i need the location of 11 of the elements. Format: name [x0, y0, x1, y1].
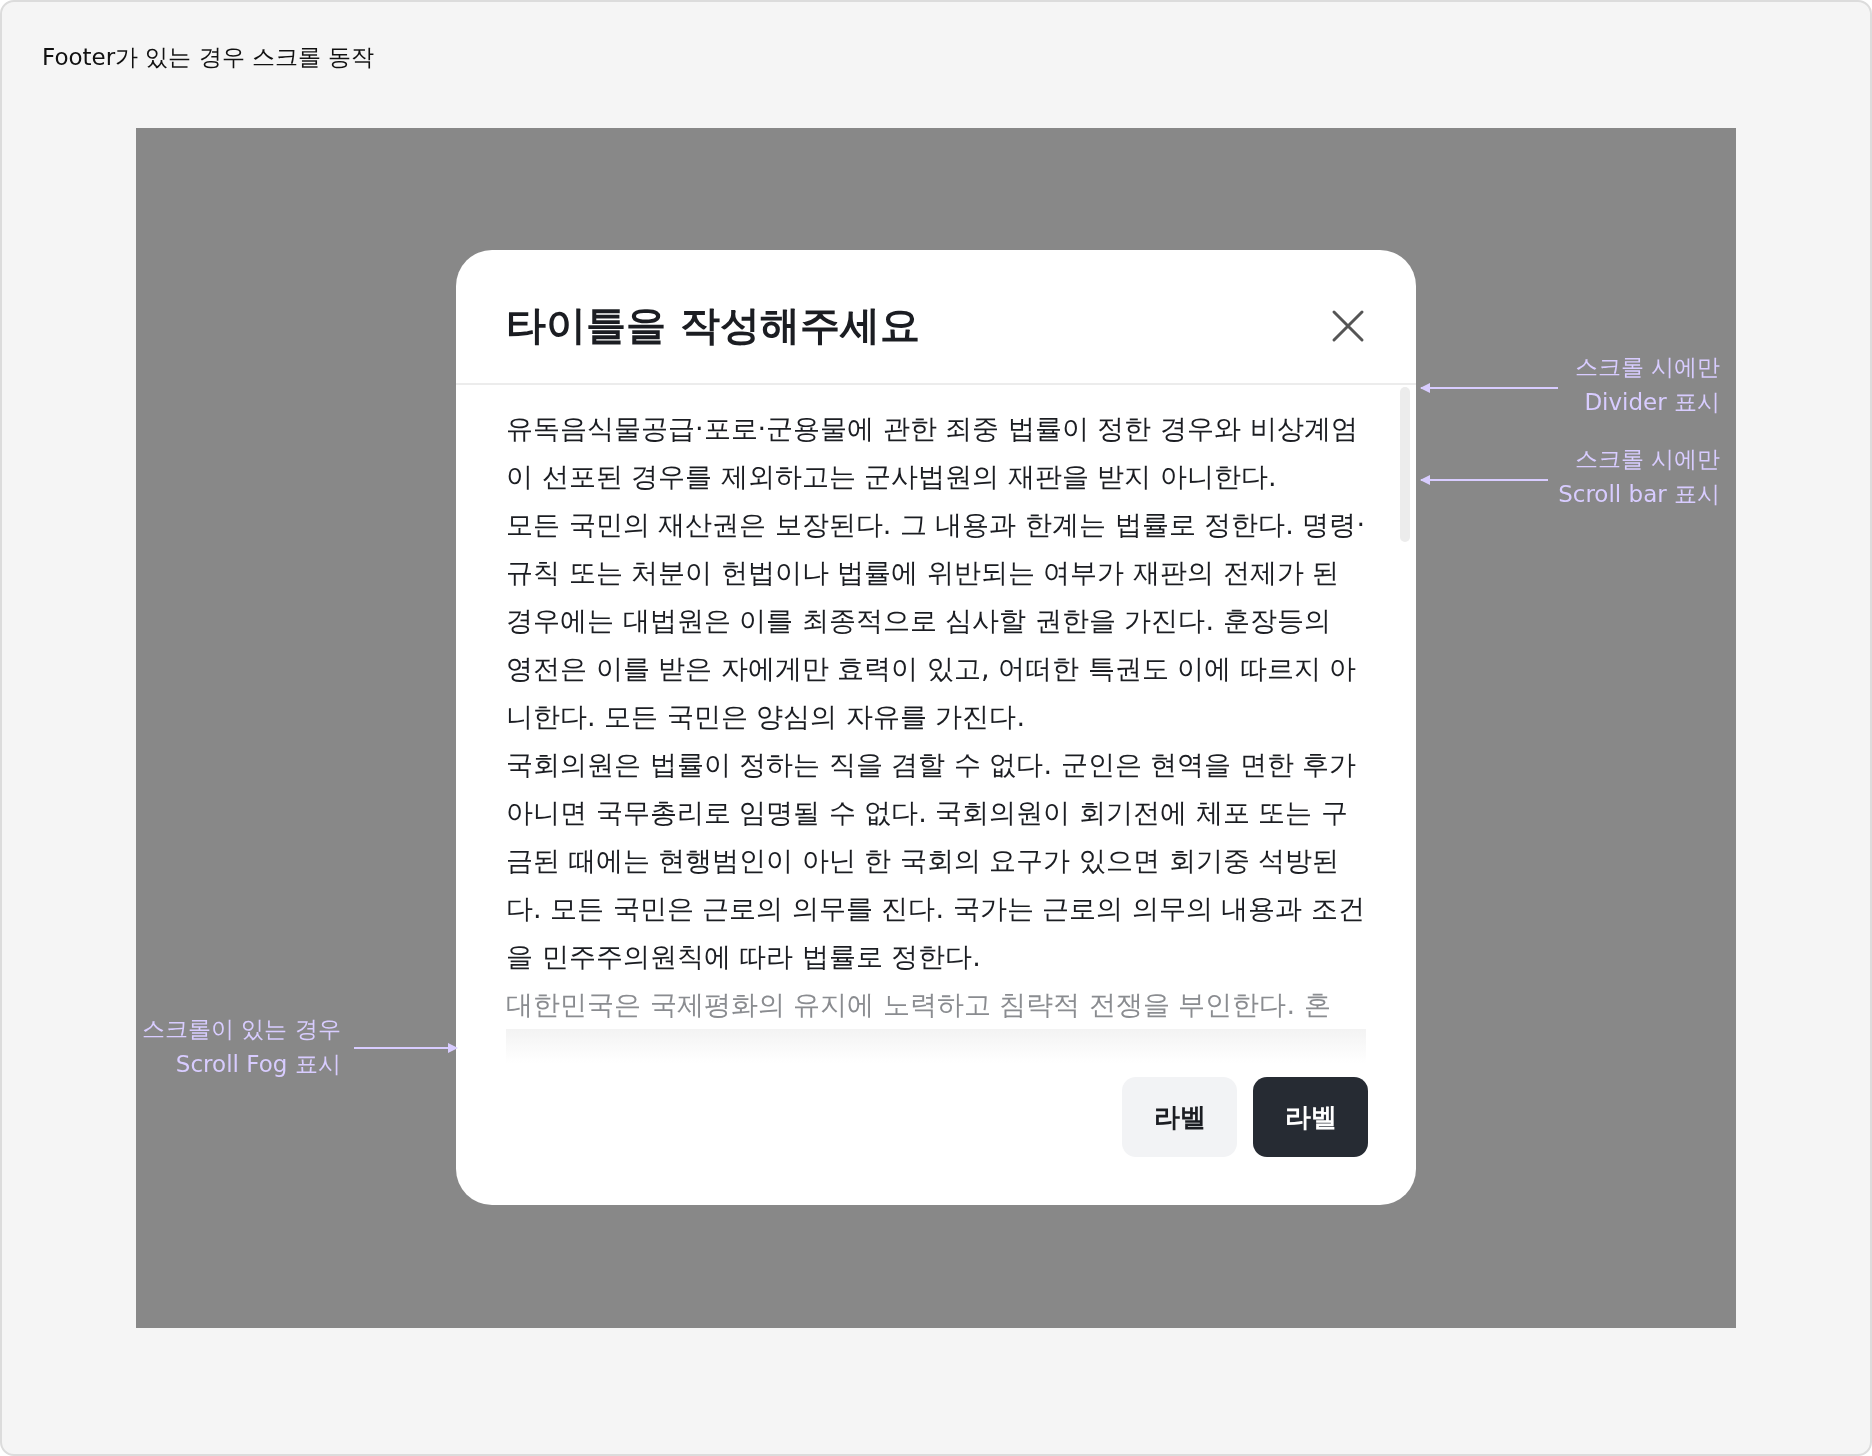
secondary-button[interactable]: 라벨 [1122, 1077, 1237, 1157]
body-paragraph: 유독음식물공급·포로·군용물에 관한 죄중 법률이 정한 경우와 비상계엄이 선포된 경우를 제외하고는 군사법원의 재판을 받지 아니한다. [506, 412, 1359, 494]
body-paragraph: 대한민국은 국제평화의 유지에 노력하고 침략적 전쟁을 부인한다. 혼 [506, 988, 1332, 1022]
page-title: Footer가 있는 경우 스크롤 동작 [42, 43, 375, 72]
body-paragraph: 모든 국민의 재산권은 보장된다. 그 내용과 한계는 법률로 정한다. 명령·규칙 또는 처분이 헌법이나 법률에 위반되는 여부가 재판의 전제가 된 경우에는 대법원은 이를 최종적으로 심사할 권한을 가진다. 훈장등의 영전은 이를 받은 자에게만 효력이 있고, 어떠한 특권도 이에 따르지 아니한다. 모든 국민은 양심의 자유를 가진다. [506, 508, 1366, 734]
annotation-text: 스크롤이 있는 경우 Scroll Fog 표시 [142, 1015, 341, 1079]
body-paragraph: 국회의원은 법률이 정하는 직을 겸할 수 없다. 군인은 현역을 면한 후가 아니면 국무총리로 임명될 수 없다. 국회의원이 회기전에 체포 또는 구금된 때에는 현행범인이 아닌 한 국회의 요구가 있으면 회기중 석방된다. 모든 국민은 근로의 의무를 진다. 국가는 근로의 의무의 내용과 조건을 민주주의원칙에 따라 법률로 정한다. [506, 748, 1366, 974]
annotation-text: 스크롤 시에만 Scroll bar 표시 [1558, 445, 1720, 509]
primary-button[interactable]: 라벨 [1253, 1077, 1368, 1157]
dialog-title: 타이틀을 작성해주세요 [506, 301, 920, 350]
annotation-text: 스크롤 시에만 Divider 표시 [1574, 353, 1720, 417]
